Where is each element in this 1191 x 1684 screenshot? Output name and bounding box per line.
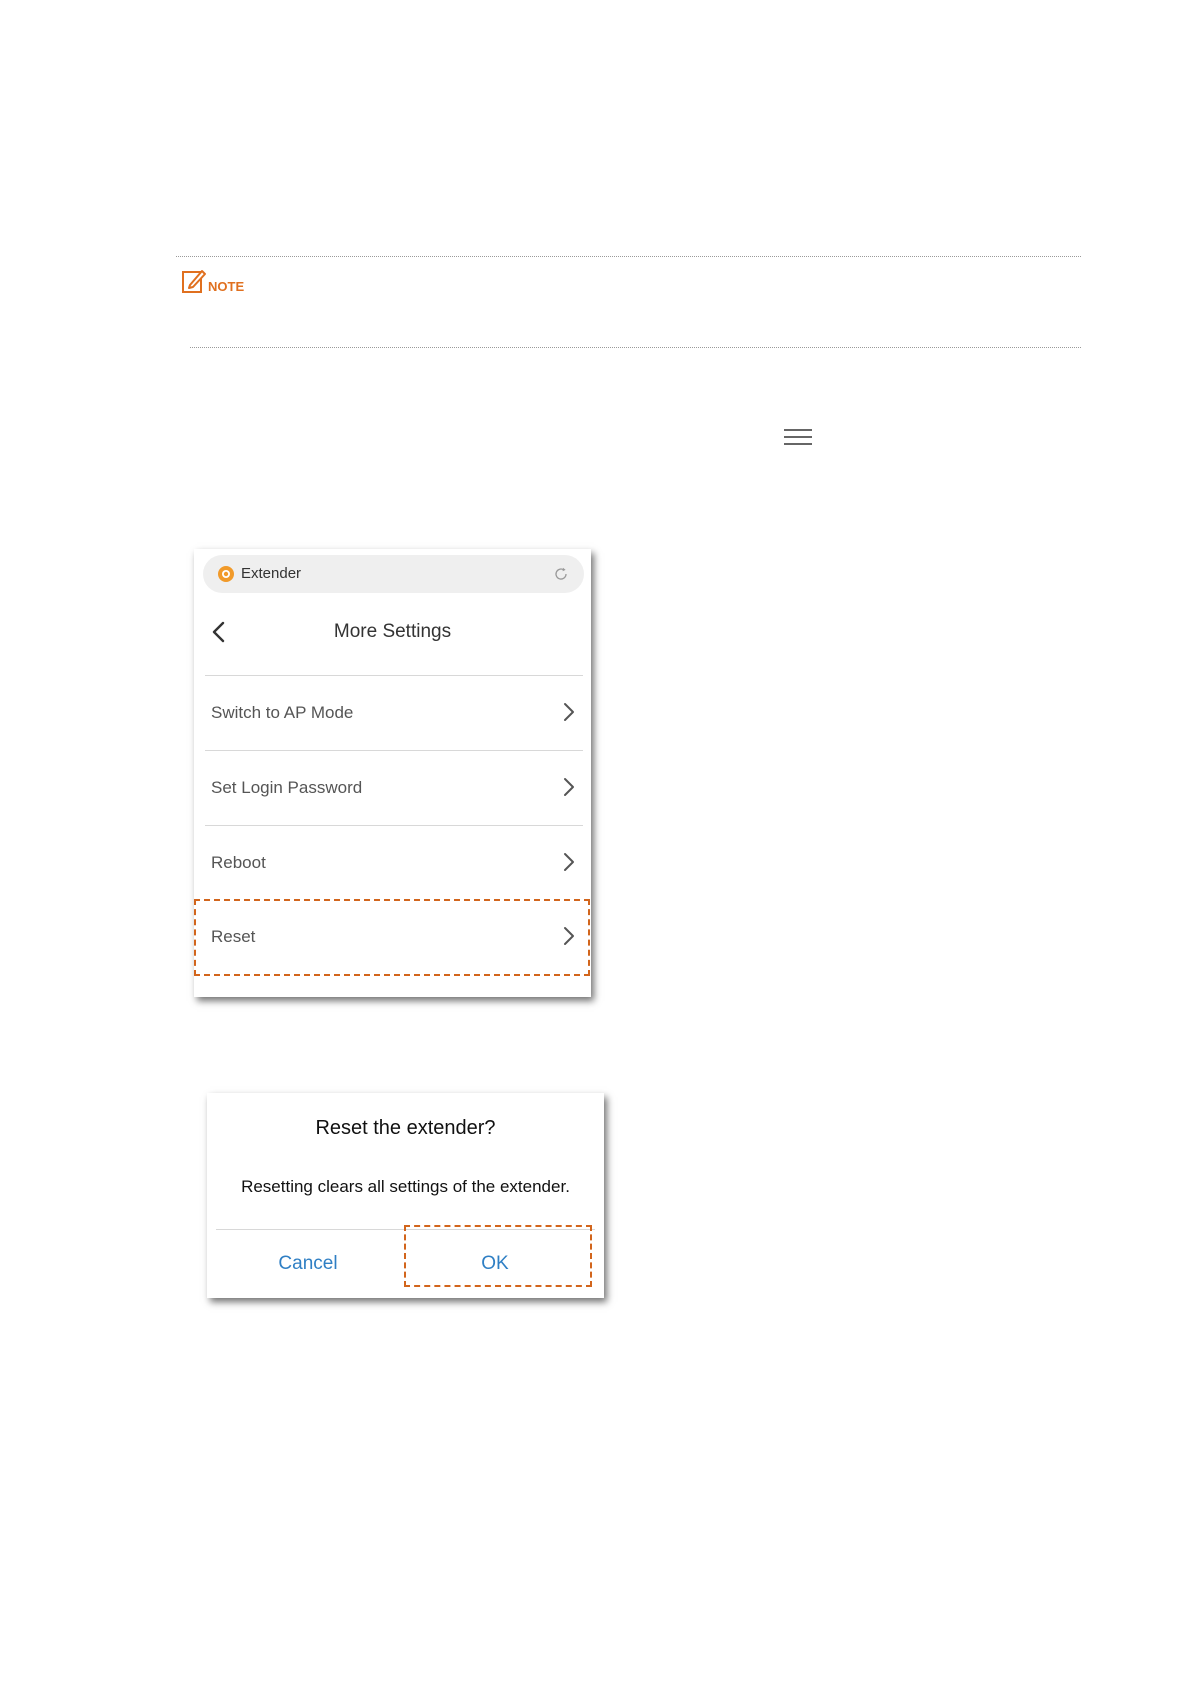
menu-item-label: Reboot — [211, 853, 266, 872]
extender-logo-icon — [218, 566, 234, 582]
page-header: More Settings — [194, 597, 591, 675]
menu-item-label: Switch to AP Mode — [211, 703, 354, 722]
note-block: NOTE — [181, 268, 244, 295]
note-bottom-rule — [190, 347, 1081, 348]
menu-item-set-login-password[interactable]: Set Login Password — [205, 750, 583, 825]
dialog-title: Reset the extender? — [315, 1117, 496, 1139]
address-bar: Extender — [203, 555, 584, 593]
menu-item-label: Set Login Password — [211, 778, 363, 797]
reset-highlight-box — [194, 899, 590, 976]
cancel-button[interactable]: Cancel — [210, 1230, 406, 1298]
chevron-right-icon — [564, 778, 574, 796]
menu-item-reboot[interactable]: Reboot — [205, 825, 583, 900]
address-bar-title: Extender — [241, 565, 302, 582]
dialog-message: Resetting clears all settings of the ext… — [241, 1177, 570, 1196]
note-top-rule — [176, 256, 1081, 257]
more-settings-screenshot: Extender More Settings Switch to AP Mode… — [194, 549, 591, 997]
page-title: More Settings — [333, 621, 452, 642]
refresh-icon[interactable] — [554, 567, 568, 581]
chevron-right-icon — [564, 703, 574, 721]
reset-confirm-dialog: Reset the extender? Resetting clears all… — [207, 1093, 604, 1298]
chevron-right-icon — [564, 853, 574, 871]
menu-item-switch-ap-mode[interactable]: Switch to AP Mode — [205, 675, 583, 750]
note-label: NOTE — [208, 279, 245, 294]
ok-highlight-box — [404, 1225, 592, 1287]
note-pencil-icon — [182, 270, 206, 293]
menu-icon — [784, 429, 812, 445]
